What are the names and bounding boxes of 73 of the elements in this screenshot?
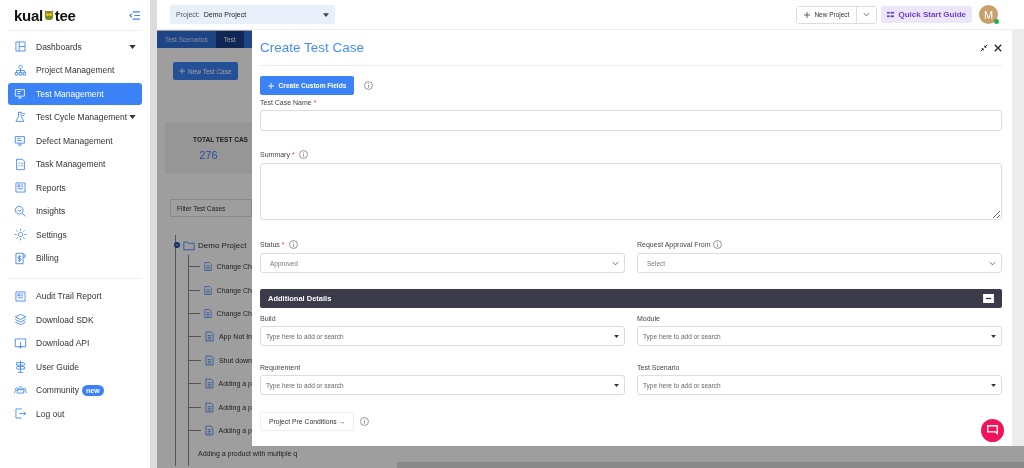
- grid-icon: [887, 11, 895, 18]
- info-icon[interactable]: [712, 240, 722, 249]
- sidebar-item[interactable]: User Guide: [8, 355, 142, 378]
- caret-icon: [991, 334, 996, 338]
- chat-icon[interactable]: [981, 419, 1004, 442]
- layers-icon: [14, 313, 27, 326]
- sidebar-item[interactable]: Insights: [8, 200, 142, 222]
- collapse-icon[interactable]: [980, 43, 988, 52]
- sidebar-item[interactable]: Download SDK: [8, 308, 142, 331]
- monitor-icon: [14, 134, 27, 147]
- caret-icon: [991, 383, 996, 387]
- logout-icon: [14, 407, 27, 420]
- tree-item[interactable]: Demo Project: [198, 240, 247, 250]
- caret-icon: [614, 334, 619, 338]
- caret-icon: [614, 383, 619, 387]
- document-icon: [203, 307, 212, 319]
- dollar-document-icon: [14, 251, 27, 265]
- chevron-down-icon: [612, 260, 619, 266]
- text-field[interactable]: [260, 110, 1002, 131]
- settings-icon: [14, 228, 27, 241]
- info-icon[interactable]: [288, 240, 298, 249]
- stat-value: 276: [199, 148, 218, 161]
- document-icon: [203, 284, 212, 296]
- signpost-icon: [14, 360, 27, 373]
- collapse-icon[interactable]: [983, 294, 994, 303]
- info-icon[interactable]: [298, 150, 308, 159]
- sidebar-item[interactable]: Test Cycle Management: [8, 106, 142, 128]
- collapse-toggle-icon[interactable]: [174, 242, 180, 248]
- scrollbar[interactable]: [150, 0, 157, 468]
- scrollbar[interactable]: [1012, 30, 1024, 446]
- quick-start-button[interactable]: Quick Start Guide: [881, 6, 972, 23]
- plus-icon: [804, 11, 811, 18]
- sidebar-item[interactable]: Log out: [8, 402, 142, 425]
- document-icon: [204, 331, 214, 343]
- sidebar-item[interactable]: Defect Management: [8, 129, 142, 152]
- info-icon[interactable]: [364, 81, 373, 90]
- chevron-down-icon: [989, 260, 996, 266]
- sidebar-item[interactable]: Project Management: [8, 59, 142, 81]
- sidebar-item[interactable]: Audit Trail Report: [8, 285, 142, 307]
- layout-icon: [14, 40, 27, 53]
- checklist-icon: [14, 157, 27, 171]
- download-window-icon: [14, 336, 27, 350]
- report-grid-icon: [14, 181, 27, 194]
- document-icon: [203, 261, 212, 273]
- info-icon[interactable]: [360, 417, 370, 426]
- document-icon: [204, 378, 214, 390]
- logo: kual tee: [14, 6, 76, 24]
- sidebar-item[interactable]: Download API: [8, 332, 142, 354]
- sidebar-item[interactable]: Billing: [8, 247, 142, 269]
- collapse-menu-icon[interactable]: [129, 10, 140, 20]
- monitor-icon: [14, 87, 27, 100]
- document-icon: [204, 424, 214, 436]
- magnifier-chart-icon: [14, 204, 27, 218]
- drawer-title: Create Test Case: [260, 40, 366, 55]
- caret-icon: [323, 12, 329, 17]
- summary-field[interactable]: [260, 163, 1002, 220]
- close-icon[interactable]: [994, 43, 1002, 52]
- sidebar-item[interactable]: Test Management: [8, 82, 142, 105]
- report-grid-icon: [14, 289, 27, 303]
- sidebar-item[interactable]: Dashboards: [8, 35, 142, 58]
- folder-icon: [183, 239, 195, 251]
- flask-icon: [14, 110, 27, 124]
- sidebar-item[interactable]: Reports: [8, 176, 142, 199]
- sidebar-item[interactable]: Settings: [8, 223, 142, 246]
- document-icon: [204, 354, 214, 366]
- plus-icon: [179, 68, 185, 74]
- people-icon: [14, 383, 27, 397]
- chevron-down-icon: [863, 12, 871, 17]
- plus-icon: [267, 82, 274, 89]
- dropdown-button[interactable]: [856, 6, 877, 23]
- sidebar-item[interactable]: Task Management: [8, 153, 142, 175]
- document-icon: [204, 401, 214, 413]
- org-chart-icon: [14, 63, 27, 77]
